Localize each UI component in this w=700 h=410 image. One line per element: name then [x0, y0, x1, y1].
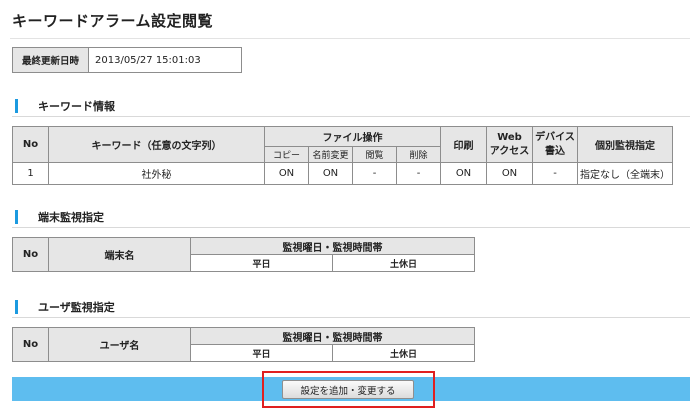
section-accent-bar [15, 99, 18, 113]
title-divider [10, 38, 690, 39]
cell-individual: 指定なし（全端末） [577, 162, 673, 185]
last-updated-value: 2013/05/27 15:01:03 [88, 47, 242, 73]
keyword-section-title: キーワード情報 [38, 100, 115, 113]
table-row: 1 社外秘 ON ON - - ON ON - 指定なし（全端末） [12, 162, 673, 185]
add-change-settings-button[interactable]: 設定を追加・変更する [282, 380, 414, 399]
user-table: No ユーザ名 監視曜日・監視時間帯 平日 土休日 [12, 327, 475, 362]
cell-web: ON [486, 162, 533, 185]
terminal-section-header: 端末監視指定 [12, 207, 690, 228]
col-schedule: 監視曜日・監視時間帯 [190, 327, 475, 345]
terminal-section-title: 端末監視指定 [38, 211, 104, 224]
col-device-line2: 書込 [545, 145, 565, 157]
col-individual: 個別監視指定 [577, 126, 673, 163]
col-web-access: Web アクセス [486, 126, 533, 163]
col-terminal-name: 端末名 [48, 237, 191, 272]
terminal-table: No 端末名 監視曜日・監視時間帯 平日 土休日 [12, 237, 475, 272]
col-schedule: 監視曜日・監視時間帯 [190, 237, 475, 255]
col-web-line1: Web [497, 131, 522, 143]
col-rename: 名前変更 [308, 146, 353, 163]
last-updated-table: 最終更新日時 2013/05/27 15:01:03 [12, 47, 242, 73]
cell-device: - [532, 162, 578, 185]
cell-no: 1 [12, 162, 49, 185]
col-file-ops: ファイル操作 [264, 126, 441, 147]
col-no: No [12, 327, 49, 362]
last-updated-label: 最終更新日時 [12, 47, 89, 73]
col-device-write: デバイス 書込 [532, 126, 578, 163]
cell-copy: ON [264, 162, 309, 185]
col-no: No [12, 126, 49, 163]
col-weekday: 平日 [190, 254, 333, 272]
cell-rename: ON [308, 162, 353, 185]
col-holiday: 土休日 [332, 344, 475, 362]
section-accent-bar [15, 210, 18, 224]
col-keyword: キーワード（任意の文字列） [48, 126, 265, 163]
col-device-line1: デバイス [535, 131, 575, 143]
col-weekday: 平日 [190, 344, 333, 362]
col-no: No [12, 237, 49, 272]
col-view: 閲覧 [352, 146, 397, 163]
col-web-line2: アクセス [489, 145, 530, 157]
page-title: キーワードアラーム設定閲覧 [12, 12, 214, 30]
cell-delete: - [396, 162, 441, 185]
user-section-title: ユーザ監視指定 [38, 301, 115, 314]
col-delete: 削除 [396, 146, 441, 163]
col-holiday: 土休日 [332, 254, 475, 272]
cell-print: ON [440, 162, 487, 185]
cell-view: - [352, 162, 397, 185]
col-copy: コピー [264, 146, 309, 163]
keyword-section-header: キーワード情報 [12, 96, 690, 117]
keyword-table: No キーワード（任意の文字列） ファイル操作 印刷 Web アクセス デバイス… [12, 126, 673, 185]
col-user-name: ユーザ名 [48, 327, 191, 362]
col-print: 印刷 [440, 126, 487, 163]
section-accent-bar [15, 300, 18, 314]
user-section-header: ユーザ監視指定 [12, 297, 690, 318]
cell-keyword: 社外秘 [48, 162, 265, 185]
